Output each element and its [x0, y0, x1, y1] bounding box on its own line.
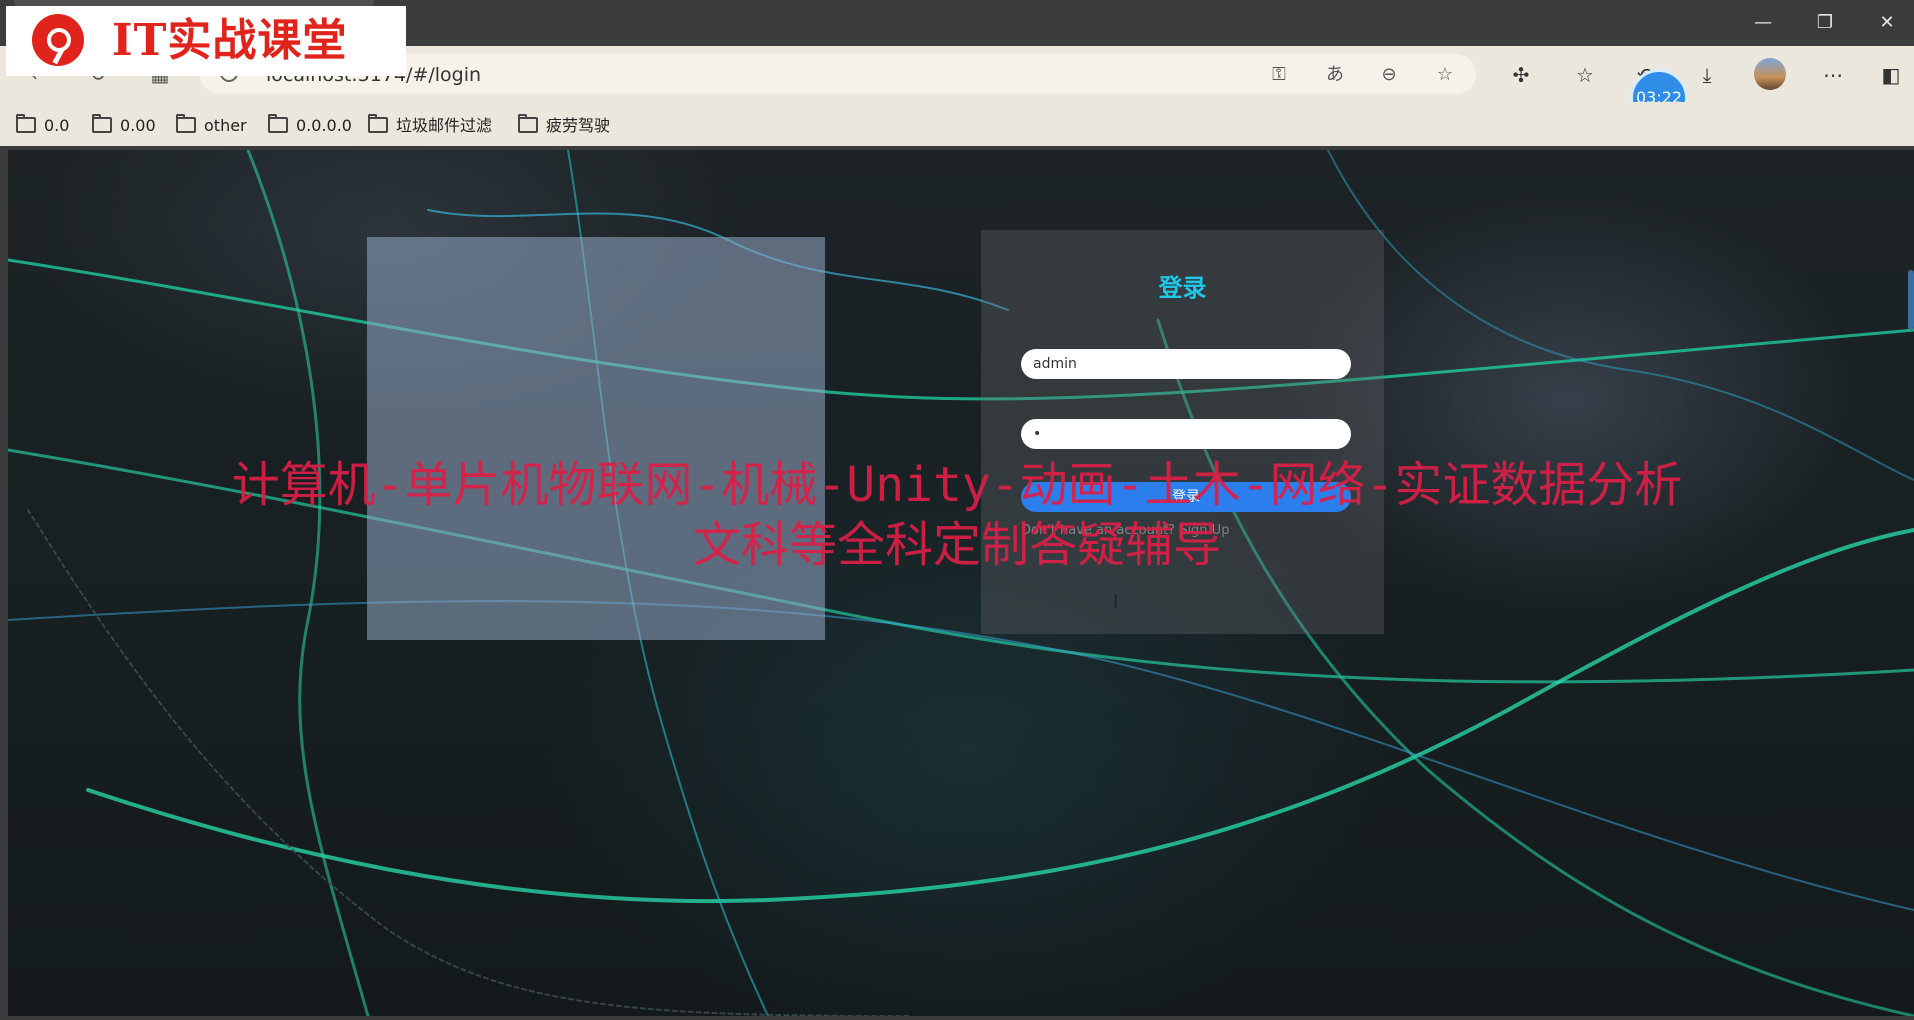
- map-road: [8, 258, 1914, 401]
- extensions-icon[interactable]: ✣: [1506, 60, 1536, 90]
- bookmark-label: 0.0: [44, 116, 70, 135]
- map-road: [246, 150, 370, 1016]
- bookmark-folder[interactable]: 0.0: [16, 114, 69, 138]
- overlay-line-1: 计算机-单片机物联网-机械-Unity-动画-土木-网络-实证数据分析: [231, 457, 1683, 513]
- watermark-logo: IT实战课堂: [6, 6, 406, 76]
- sidebar-icon[interactable]: ◧: [1876, 60, 1906, 90]
- minimize-button[interactable]: —: [1738, 8, 1788, 38]
- bookmark-label: 0.00: [120, 116, 156, 135]
- text-cursor-icon: I: [1113, 592, 1119, 613]
- login-image-panel: [367, 237, 825, 640]
- logo-text: IT实战课堂: [112, 15, 348, 66]
- bookmarks-bar: 0.0 0.00 other 0.0.0.0 垃圾邮件过滤 疲劳驾驶: [0, 102, 1914, 146]
- overlay-line-2: 文科等全科定制答疑辅导: [692, 517, 1221, 573]
- key-icon[interactable]: ⚿: [1266, 62, 1292, 88]
- folder-icon: [368, 114, 388, 133]
- bookmark-label: 0.0.0.0: [296, 116, 352, 135]
- close-button[interactable]: ✕: [1862, 8, 1912, 38]
- star-icon[interactable]: ☆: [1432, 62, 1458, 88]
- profile-avatar[interactable]: [1754, 58, 1786, 90]
- login-title: 登录: [1158, 274, 1207, 302]
- map-road: [1327, 150, 1914, 481]
- more-icon[interactable]: ⋯: [1818, 60, 1848, 90]
- bookmark-folder[interactable]: 疲劳驾驶: [518, 114, 610, 138]
- download-icon[interactable]: ⤓: [1692, 60, 1722, 90]
- bookmark-label: 垃圾邮件过滤: [396, 116, 493, 135]
- bookmark-label: other: [204, 116, 247, 135]
- folder-icon: [92, 114, 112, 133]
- folder-icon: [16, 114, 36, 133]
- map-road: [8, 600, 1914, 911]
- folder-icon: [518, 114, 538, 133]
- username-input[interactable]: [1021, 349, 1351, 379]
- promo-overlay-text: 计算机-单片机物联网-机械-Unity-动画-土木-网络-实证数据分析 文科等全…: [200, 455, 1714, 575]
- read-aloud-icon[interactable]: あ: [1322, 62, 1348, 88]
- bookmark-folder[interactable]: other: [176, 114, 247, 138]
- bookmark-folder[interactable]: 0.00: [92, 114, 156, 138]
- page-viewport: [8, 150, 1914, 1016]
- password-input[interactable]: [1021, 419, 1351, 449]
- folder-icon: [268, 114, 288, 133]
- bookmark-label: 疲劳驾驶: [546, 116, 611, 135]
- folder-icon: [176, 114, 196, 133]
- bookmark-folder[interactable]: 垃圾邮件过滤: [368, 114, 492, 138]
- favorites-icon[interactable]: ☆: [1570, 60, 1600, 90]
- page-scrollbar[interactable]: [1908, 270, 1914, 330]
- logo-icon: [32, 14, 84, 66]
- bookmark-folder[interactable]: 0.0.0.0: [268, 114, 352, 138]
- zoom-out-icon[interactable]: ⊖: [1376, 62, 1402, 88]
- city-map-background: [8, 150, 1914, 1016]
- restore-button[interactable]: ❐: [1800, 8, 1850, 38]
